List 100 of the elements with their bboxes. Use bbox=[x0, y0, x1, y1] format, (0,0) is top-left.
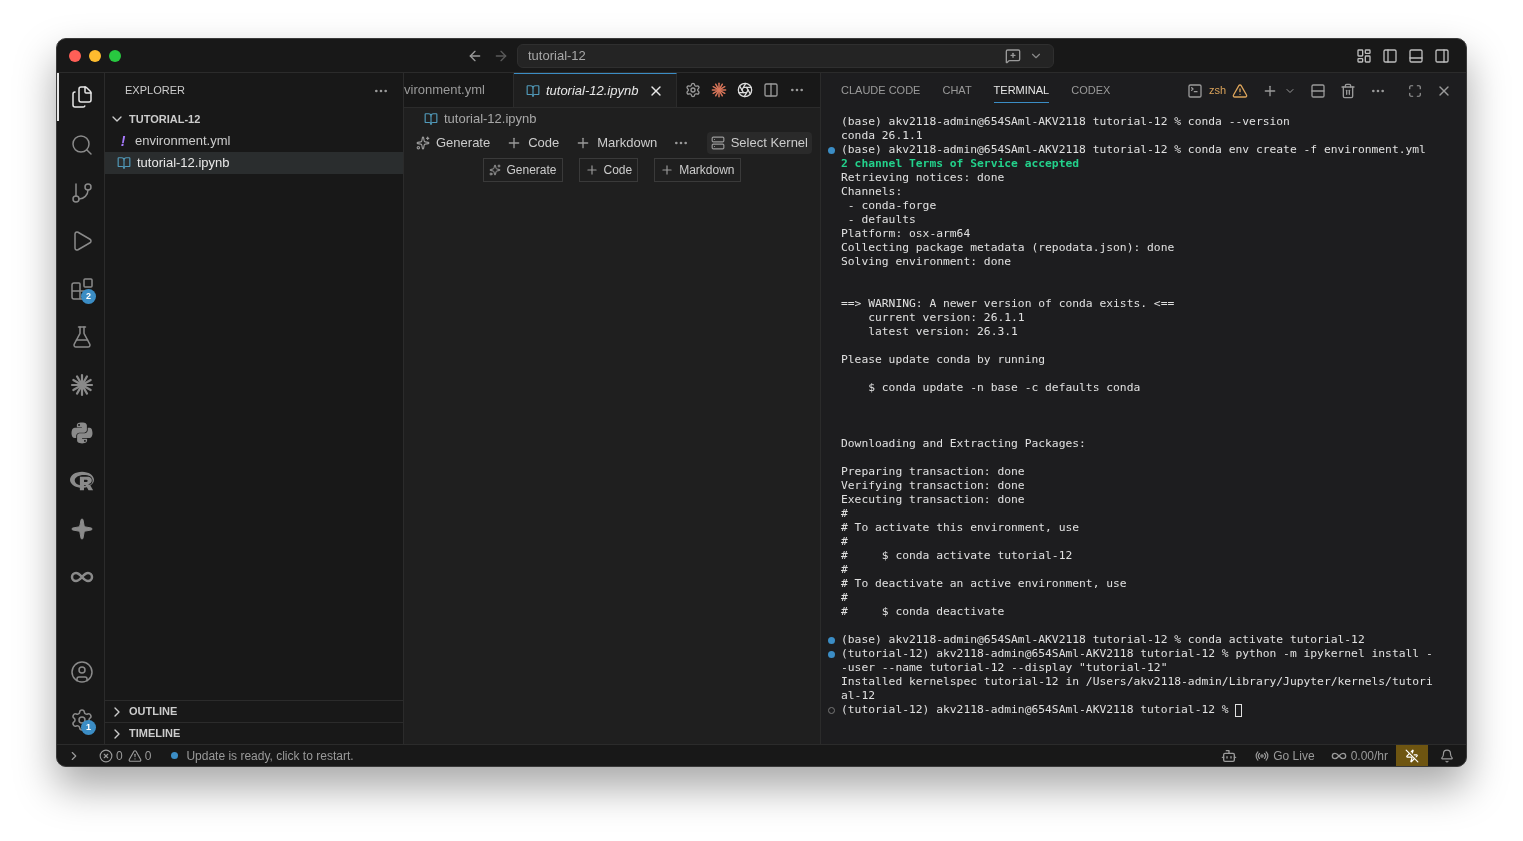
terminal-line: Installed kernelspec tutorial-12 in /Users/akv2118-admin/Library/Jupyter/kernels/tutori bbox=[841, 675, 1433, 689]
terminal-line: $ conda update -n base -c defaults conda bbox=[867, 381, 1141, 395]
notebook-icon bbox=[525, 83, 540, 98]
terminal-line: ==> WARNING: A newer version of conda exists. <== bbox=[841, 297, 1175, 311]
terminal-line: conda 26.1.1 bbox=[841, 129, 923, 143]
plus-icon bbox=[660, 163, 675, 177]
terminal-line: Channels: bbox=[841, 185, 903, 199]
close-window-button[interactable] bbox=[69, 49, 81, 62]
update-status[interactable]: Update is ready, click to restart. bbox=[186, 746, 354, 765]
terminal-line: - conda-forge bbox=[846, 199, 937, 213]
toolbar-button[interactable]: Code bbox=[506, 133, 560, 153]
go-live-button[interactable]: Go Live bbox=[1255, 746, 1315, 765]
terminal-line: # bbox=[841, 535, 848, 549]
status-highlight-button[interactable] bbox=[1396, 745, 1428, 766]
section-header[interactable]: TIMELINE bbox=[105, 722, 403, 744]
chat-icon[interactable] bbox=[1005, 47, 1021, 64]
panel-tab[interactable]: CODEX bbox=[1071, 78, 1111, 103]
toolbar-button[interactable]: Generate bbox=[416, 133, 491, 153]
editor-tab[interactable]: tutorial-12.ipynb bbox=[513, 73, 678, 107]
add-cell-button[interactable]: Code bbox=[578, 158, 639, 182]
bell-icon[interactable] bbox=[1440, 748, 1454, 763]
terminal-line: # $ conda deactivate bbox=[841, 605, 1005, 619]
file-name: tutorial-12.ipynb bbox=[137, 154, 230, 173]
panel-tab[interactable]: TERMINAL bbox=[993, 78, 1050, 103]
asterisk-icon bbox=[70, 373, 94, 397]
section-header[interactable]: OUTLINE bbox=[105, 700, 403, 722]
shell-name: zsh bbox=[1208, 83, 1226, 99]
add-cell-button[interactable]: Markdown bbox=[654, 158, 741, 182]
activity-bar-item[interactable]: 1 bbox=[57, 696, 105, 744]
minimize-window-button[interactable] bbox=[89, 49, 101, 62]
terminal-line: # bbox=[841, 507, 848, 521]
files-icon bbox=[70, 85, 94, 109]
problems-button[interactable]: 0 0 bbox=[99, 746, 152, 765]
layout-icon[interactable] bbox=[1356, 47, 1372, 64]
command-center[interactable]: tutorial-12 bbox=[517, 43, 1054, 68]
sparkles-icon bbox=[489, 164, 502, 176]
branch-icon bbox=[70, 181, 94, 205]
terminal-line: al-12 bbox=[841, 689, 875, 703]
error-icon bbox=[99, 748, 113, 763]
warning-icon bbox=[127, 748, 142, 763]
error-count: 0 bbox=[116, 747, 123, 765]
terminal-line: # To activate this environment, use bbox=[841, 521, 1080, 535]
notification-badge: 2 bbox=[81, 289, 96, 304]
robot-icon[interactable] bbox=[1221, 747, 1238, 764]
terminal-line: Preparing transaction: done bbox=[841, 465, 1025, 479]
breadcrumb[interactable]: tutorial-12.ipynb bbox=[404, 108, 820, 130]
settings-icon[interactable] bbox=[685, 82, 702, 98]
file-item[interactable]: tutorial-12.ipynb bbox=[105, 152, 403, 174]
terminal-line: Please update conda by running bbox=[841, 353, 1046, 367]
terminal-line: (tutorial-12) akv2118-admin@654SAml-AKV2118 tutorial-12 % bbox=[841, 703, 1230, 717]
activity-bar-item[interactable]: 2 bbox=[57, 265, 105, 313]
secondary-sidebar-icon[interactable] bbox=[1434, 47, 1450, 64]
terminal-line: Collecting package metadata (repodata.json): done bbox=[841, 241, 1175, 255]
broadcast-icon bbox=[1255, 748, 1270, 763]
zoom-window-button[interactable] bbox=[109, 49, 121, 62]
notebook-icon bbox=[117, 156, 131, 170]
settings-icon bbox=[70, 708, 94, 732]
editor-tab[interactable]: vironment.yml bbox=[404, 73, 514, 107]
account-icon bbox=[70, 660, 94, 684]
terminal-line: # To deactivate an active environment, use bbox=[841, 577, 1127, 591]
folder-header[interactable]: TUTORIAL-12 bbox=[105, 108, 403, 130]
split-icon[interactable] bbox=[1310, 82, 1326, 99]
server-icon bbox=[710, 136, 725, 150]
terminal-line: (base) akv2118-admin@654SAml-AKV2118 tutorial-12 % conda env create -f environment.yml bbox=[841, 143, 1426, 157]
add-cell-button[interactable]: Generate bbox=[483, 158, 563, 182]
file-name: environment.yml bbox=[135, 132, 231, 151]
search-icon bbox=[70, 133, 94, 157]
terminal-line: 2 channel Terms of Service accepted bbox=[841, 157, 1080, 171]
aperture-icon[interactable] bbox=[737, 82, 754, 98]
sparkles-icon bbox=[416, 136, 430, 150]
warning-icon[interactable] bbox=[1232, 82, 1248, 99]
terminal-line: Executing transaction: done bbox=[841, 493, 1025, 507]
terminal-line: # $ conda activate tutorial-12 bbox=[841, 549, 1073, 563]
terminal-line: # bbox=[841, 591, 848, 605]
terminal-line: latest version: 26.3.1 bbox=[867, 325, 1018, 339]
cost-button[interactable]: 0.00/hr bbox=[1330, 746, 1388, 765]
panel-tab[interactable]: CHAT bbox=[942, 78, 972, 103]
toolbar-button[interactable]: Markdown bbox=[575, 133, 658, 153]
flask-icon bbox=[70, 325, 94, 349]
terminal-line: Downloading and Extracting Packages: bbox=[841, 437, 1086, 451]
warning-count: 0 bbox=[144, 747, 152, 765]
file-item[interactable]: ! environment.yml bbox=[105, 130, 403, 152]
extensions-icon bbox=[70, 277, 94, 301]
sparkle-icon bbox=[70, 517, 94, 541]
r-icon bbox=[70, 469, 94, 493]
terminal-line: (base) akv2118-admin@654SAml-AKV2118 tutorial-12 % conda activate tutorial-12 bbox=[841, 633, 1365, 647]
terminal-icon[interactable] bbox=[1186, 82, 1203, 99]
maximize-icon[interactable] bbox=[1408, 83, 1422, 98]
panel-toggle-icon[interactable] bbox=[1408, 47, 1424, 64]
plus-icon bbox=[584, 163, 599, 177]
terminal-line: -user --name tutorial-12 --display "tutorial-12" bbox=[841, 661, 1168, 675]
select-kernel-button[interactable]: Select Kernel bbox=[706, 132, 812, 154]
panel-tab[interactable]: CLAUDE CODE bbox=[841, 78, 921, 103]
split-editor-icon[interactable] bbox=[763, 82, 780, 98]
sidebar-toggle-icon[interactable] bbox=[1382, 47, 1398, 64]
trash-icon[interactable] bbox=[1340, 82, 1356, 99]
zap-off-icon bbox=[1405, 748, 1419, 763]
sidebar-title: EXPLORER bbox=[125, 83, 186, 99]
terminal-line: - defaults bbox=[846, 213, 916, 227]
terminal-line: (tutorial-12) akv2118-admin@654SAml-AKV2118 tutorial-12 % python -m ipykernel install - bbox=[841, 647, 1433, 661]
